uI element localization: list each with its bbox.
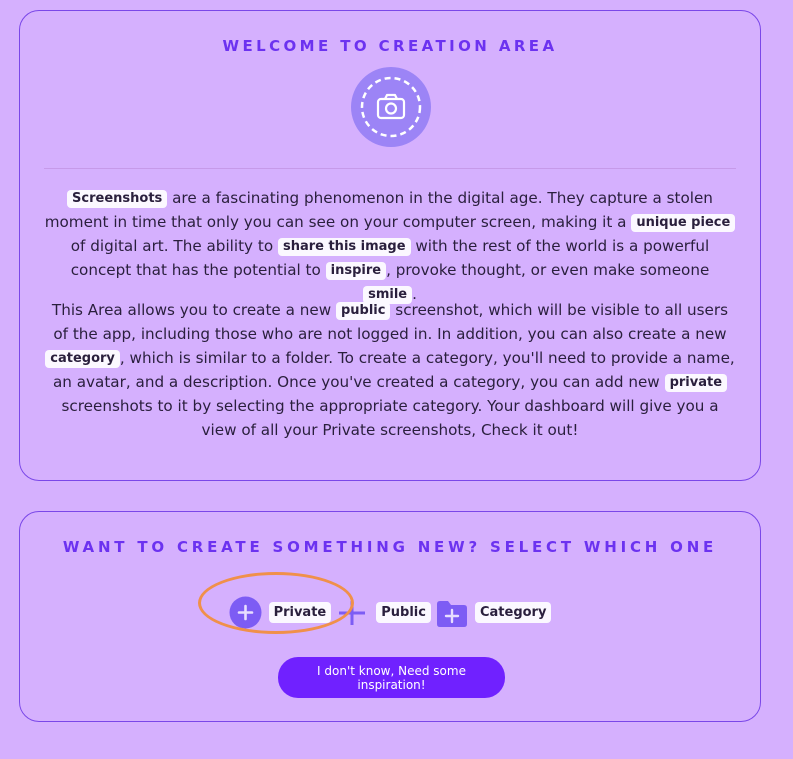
create-new-title: WANT TO CREATE SOMETHING NEW? SELECT WHI… — [62, 538, 718, 556]
plus-icon[interactable] — [338, 599, 366, 627]
folder-plus-icon[interactable] — [436, 598, 468, 628]
keyword-tag: category — [45, 350, 120, 368]
keyword-tag: share this image — [277, 238, 411, 256]
category-label[interactable]: Category — [474, 602, 552, 623]
plus-circle-icon[interactable] — [229, 596, 262, 629]
inspiration-button[interactable]: I don't know, Need some inspiration! — [278, 657, 505, 698]
category-option[interactable]: Category — [436, 598, 552, 628]
paragraph-text: This Area allows you to create a new — [51, 301, 336, 319]
creation-area-title: WELCOME TO CREATION AREA — [222, 37, 558, 55]
paragraph-text: , provoke thought, or even make someone — [386, 261, 710, 279]
description-paragraph: This Area allows you to create a new pub… — [44, 298, 736, 442]
divider — [44, 168, 736, 169]
paragraph-text: of digital art. The ability to — [70, 237, 278, 255]
keyword-tag: Screenshots — [67, 190, 168, 208]
camera-icon — [351, 67, 431, 147]
keyword-tag: private — [664, 374, 728, 392]
public-label[interactable]: Public — [376, 602, 431, 623]
creation-area-card: WELCOME TO CREATION AREA Screenshots are… — [19, 10, 761, 481]
public-option[interactable]: Public — [338, 599, 431, 627]
create-new-card: WANT TO CREATE SOMETHING NEW? SELECT WHI… — [19, 511, 761, 722]
keyword-tag: unique piece — [631, 214, 736, 232]
keyword-tag: public — [335, 302, 391, 320]
paragraph-text: , which is similar to a folder. To creat… — [52, 349, 735, 391]
private-option[interactable]: Private — [229, 596, 332, 629]
create-options: Private Public Category — [20, 596, 760, 629]
paragraph-text: screenshots to it by selecting the appro… — [61, 397, 719, 439]
keyword-tag: inspire — [325, 262, 387, 280]
intro-paragraph: Screenshots are a fascinating phenomenon… — [44, 186, 736, 306]
private-label[interactable]: Private — [268, 602, 332, 623]
